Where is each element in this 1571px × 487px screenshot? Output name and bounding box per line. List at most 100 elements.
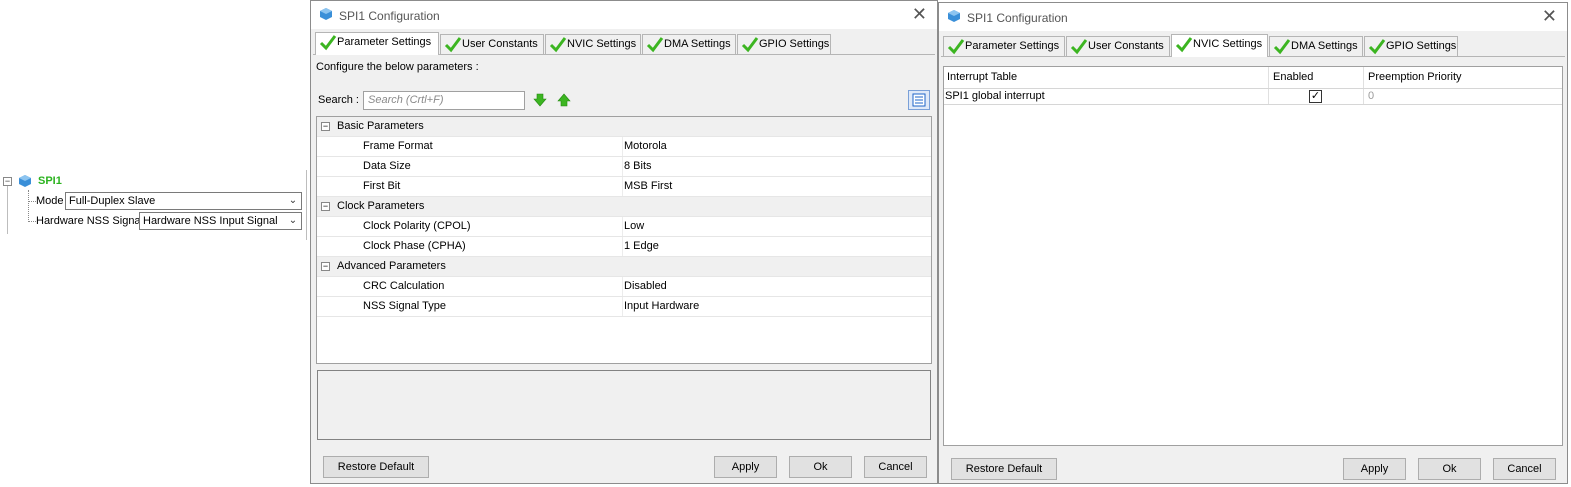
table-header: Interrupt Table Enabled Preemption Prior… (944, 67, 1562, 89)
apply-button[interactable]: Apply (714, 456, 777, 478)
group-row[interactable]: − Advanced Parameters (317, 257, 931, 277)
column-header[interactable]: Interrupt Table (944, 67, 1269, 88)
parameter-value[interactable]: 1 Edge (624, 237, 659, 256)
cube-icon (19, 175, 31, 187)
panel-divider (306, 170, 307, 240)
parameter-value[interactable]: Disabled (624, 277, 667, 296)
spi1-configuration-dialog-parameters: SPI1 Configuration ✕ Parameter Settings … (310, 0, 938, 484)
check-icon (646, 37, 664, 53)
tab-dma-settings[interactable]: DMA Settings (1269, 36, 1363, 56)
parameter-row[interactable]: First Bit MSB First (317, 177, 931, 197)
arrow-up-icon[interactable] (557, 93, 571, 107)
check-icon (444, 37, 462, 53)
tab-label: GPIO Settings (759, 38, 830, 50)
tab-gpio-settings[interactable]: GPIO Settings (1364, 36, 1458, 56)
tab-label: User Constants (462, 38, 538, 50)
ok-button[interactable]: Ok (789, 456, 852, 478)
tab-label: DMA Settings (1291, 40, 1358, 52)
parameter-name: First Bit (363, 180, 401, 192)
preemption-priority-value[interactable]: 0 (1364, 89, 1564, 104)
tab-label: User Constants (1088, 40, 1164, 52)
title-bar: SPI1 Configuration ✕ (939, 3, 1567, 31)
parameter-value[interactable]: Motorola (624, 137, 667, 156)
check-icon (1070, 39, 1088, 55)
check-icon (1175, 37, 1193, 53)
tab-user-constants[interactable]: User Constants (440, 34, 544, 54)
parameter-row[interactable]: Clock Phase (CPHA) 1 Edge (317, 237, 931, 257)
parameter-name: Data Size (363, 160, 411, 172)
spi1-tree: − SPI1 Mode Full-Duplex Slave ⌄ Hardware… (0, 170, 308, 240)
chevron-down-icon: ⌄ (288, 195, 298, 206)
tab-label: DMA Settings (664, 38, 731, 50)
cancel-button[interactable]: Cancel (1493, 458, 1556, 480)
collapse-icon[interactable]: − (321, 262, 330, 271)
cube-icon (320, 8, 332, 20)
check-icon (549, 37, 567, 53)
parameter-name: Clock Polarity (CPOL) (363, 220, 471, 232)
close-icon[interactable]: ✕ (912, 5, 927, 23)
enabled-cell: ✓ (1269, 89, 1364, 104)
tree-node-spi1[interactable]: SPI1 (38, 175, 62, 187)
parameter-row[interactable]: Data Size 8 Bits (317, 157, 931, 177)
parameter-row[interactable]: Frame Format Motorola (317, 137, 931, 157)
collapse-icon[interactable]: − (321, 122, 330, 131)
close-icon[interactable]: ✕ (1542, 7, 1557, 25)
parameter-grid: − Basic Parameters Frame Format Motorola… (316, 116, 932, 364)
parameter-value[interactable]: Low (624, 217, 644, 236)
ok-button[interactable]: Ok (1418, 458, 1481, 480)
tab-nvic-settings[interactable]: NVIC Settings (1171, 34, 1268, 57)
restore-default-button[interactable]: Restore Default (951, 458, 1057, 480)
cancel-button[interactable]: Cancel (864, 456, 927, 478)
tab-user-constants[interactable]: User Constants (1066, 36, 1170, 56)
check-icon (319, 35, 337, 51)
tab-nvic-settings[interactable]: NVIC Settings (545, 34, 641, 54)
list-view-icon[interactable] (908, 90, 930, 110)
table-row[interactable]: SPI1 global interrupt ✓ 0 (944, 89, 1562, 105)
mode-select[interactable]: Full-Duplex Slave ⌄ (65, 192, 302, 210)
hardware-nss-select[interactable]: Hardware NSS Input Signal ⌄ (139, 212, 302, 230)
tab-strip: Parameter Settings User Constants NVIC S… (315, 32, 935, 55)
collapse-icon[interactable]: − (3, 177, 12, 186)
tree-branch-line (28, 190, 29, 222)
column-header[interactable]: Enabled (1269, 67, 1364, 88)
parameter-row[interactable]: CRC Calculation Disabled (317, 277, 931, 297)
parameter-name: NSS Signal Type (363, 300, 446, 312)
tab-parameter-settings[interactable]: Parameter Settings (315, 32, 439, 55)
parameter-row[interactable]: Clock Polarity (CPOL) Low (317, 217, 931, 237)
hardware-nss-select-value: Hardware NSS Input Signal (143, 215, 278, 227)
enabled-checkbox[interactable]: ✓ (1309, 90, 1322, 103)
group-row[interactable]: − Basic Parameters (317, 117, 931, 137)
dialog-title: SPI1 Configuration (339, 9, 440, 23)
mode-label: Mode (36, 195, 64, 207)
parameter-name: Frame Format (363, 140, 433, 152)
interrupt-name: SPI1 global interrupt (944, 89, 1269, 104)
tab-parameter-settings[interactable]: Parameter Settings (943, 36, 1065, 56)
check-icon (1368, 39, 1386, 55)
parameter-value[interactable]: Input Hardware (624, 297, 699, 316)
tab-dma-settings[interactable]: DMA Settings (642, 34, 736, 54)
tab-label: Parameter Settings (965, 40, 1060, 52)
mode-select-value: Full-Duplex Slave (69, 195, 156, 207)
parameter-name: Clock Phase (CPHA) (363, 240, 466, 252)
apply-button[interactable]: Apply (1343, 458, 1406, 480)
collapse-icon[interactable]: − (321, 202, 330, 211)
parameter-row[interactable]: NSS Signal Type Input Hardware (317, 297, 931, 317)
arrow-down-icon[interactable] (533, 93, 547, 107)
restore-default-button[interactable]: Restore Default (323, 456, 429, 478)
tab-strip: Parameter Settings User Constants NVIC S… (943, 34, 1563, 57)
search-input[interactable]: Search (Crtl+F) (363, 91, 525, 110)
group-label: Clock Parameters (337, 200, 425, 212)
tab-gpio-settings[interactable]: GPIO Settings (737, 34, 831, 54)
parameter-value[interactable]: MSB First (624, 177, 672, 196)
interrupt-table: Interrupt Table Enabled Preemption Prior… (943, 66, 1563, 446)
tab-label: Parameter Settings (337, 36, 432, 48)
column-header[interactable]: Preemption Priority (1364, 67, 1564, 88)
tree-branch-line (28, 201, 36, 202)
spi1-configuration-dialog-nvic: SPI1 Configuration ✕ Parameter Settings … (938, 2, 1568, 484)
tab-label: GPIO Settings (1386, 40, 1457, 52)
description-panel (317, 370, 931, 440)
tree-branch-line (28, 221, 36, 222)
parameter-value[interactable]: 8 Bits (624, 157, 652, 176)
tab-label: NVIC Settings (567, 38, 637, 50)
group-row[interactable]: − Clock Parameters (317, 197, 931, 217)
